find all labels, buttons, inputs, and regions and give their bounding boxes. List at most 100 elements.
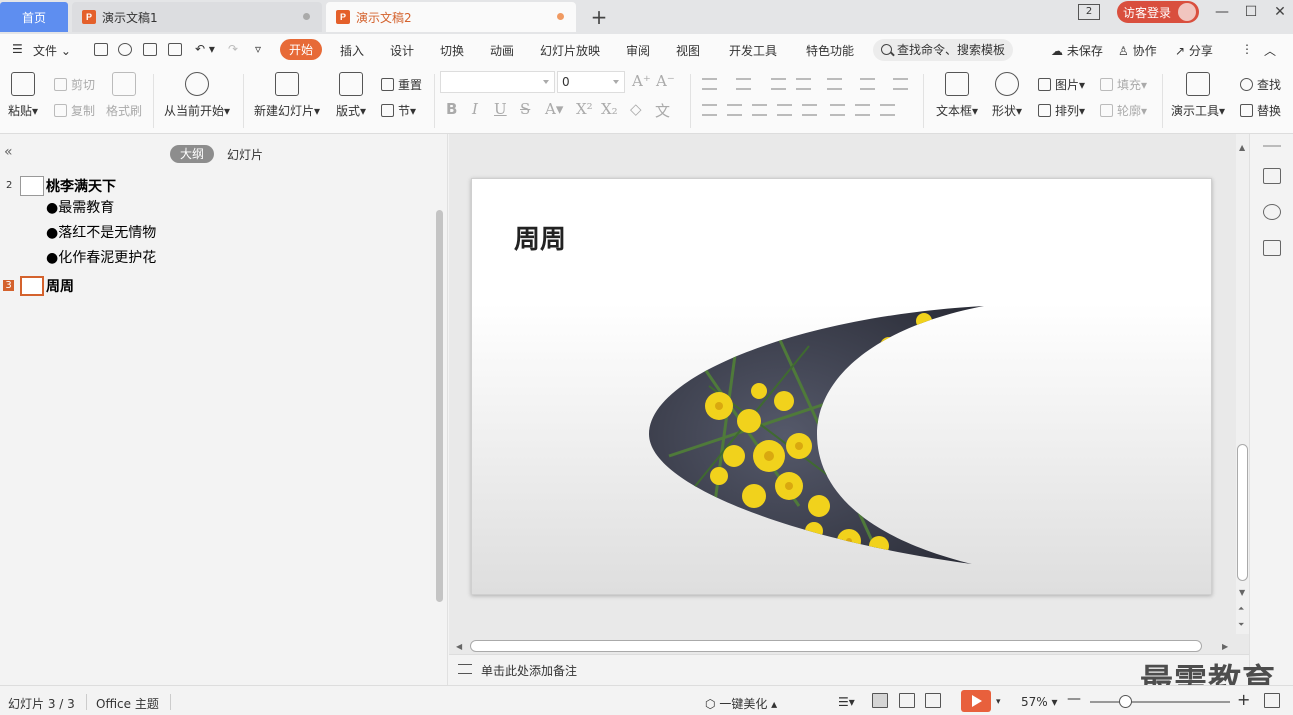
slideshow-play-button[interactable] [961,690,991,712]
text-direction-icon[interactable] [860,78,875,90]
close-icon[interactable]: ✕ [1272,4,1288,20]
text-wrap-icon[interactable] [880,104,895,116]
slide-title[interactable]: 周周 [514,219,566,256]
column-icon[interactable] [855,104,870,116]
layout-button[interactable]: 版式▾ [336,72,366,119]
home-tab[interactable]: 首页 [0,2,68,32]
unsaved-button[interactable]: ☁ 未保存 [1051,42,1103,59]
decrease-font-icon[interactable]: A⁻ [656,72,675,90]
scroll-down-icon[interactable]: ▼ [1239,588,1245,597]
customize-dropdown-icon[interactable]: ▿ [255,42,261,56]
redo-icon[interactable]: ↷ [228,42,238,56]
normal-view-icon[interactable] [872,693,888,708]
outline-view-tab[interactable]: 大纲 [170,145,214,163]
next-slide-icon[interactable]: ⏷ [1238,620,1244,630]
reading-view-icon[interactable] [925,693,941,708]
font-size-select[interactable]: 0 [557,71,625,93]
arrange-button[interactable]: 排列 ▾ [1038,102,1085,119]
distribute-icon[interactable] [802,104,817,116]
save-icon[interactable] [94,43,108,56]
zoom-slider-track[interactable] [1090,701,1230,703]
paragraph-spacing-icon[interactable] [830,104,845,116]
tab-unsaved-dot-icon[interactable] [557,13,564,20]
increase-font-icon[interactable]: A⁺ [632,72,651,90]
window-count-icon[interactable]: 2 [1078,4,1100,20]
phonetic-icon[interactable]: 文 [655,100,670,121]
fill-button[interactable]: 填充 ▾ [1100,76,1147,93]
cut-button[interactable]: 剪切 [54,76,95,93]
play-from-current-button[interactable]: 从当前开始▾ [164,72,230,119]
fit-window-icon[interactable] [1264,693,1280,708]
decrease-indent-icon[interactable] [771,78,786,90]
reset-button[interactable]: 重置 [381,76,422,93]
outline-button[interactable]: 轮廓 ▾ [1100,102,1147,119]
replace-button[interactable]: 替换 [1240,102,1281,119]
notes-placeholder[interactable]: 单击此处添加备注 [481,662,577,679]
menu-tab-view[interactable]: 视图 [676,42,700,59]
copy-button[interactable]: 复制 [54,102,95,119]
outline-scrollbar[interactable] [436,210,443,602]
outline-slide-title[interactable]: 周周 [46,276,74,296]
menu-tab-home[interactable]: 开始 [280,39,323,60]
command-search[interactable]: 查找命令、搜索模板 [873,39,1013,61]
line-spacing-icon[interactable] [827,78,842,90]
scroll-right-icon[interactable]: ▶ [1222,642,1228,651]
underline-icon[interactable]: U [494,100,507,118]
animation-star-icon[interactable] [1263,204,1281,220]
section-button[interactable]: 节 ▾ [381,102,416,119]
zoom-level[interactable]: 57% ▾ [1021,695,1058,709]
outline-slide-title[interactable]: 桃李满天下 [46,176,116,196]
scroll-left-icon[interactable]: ◀ [456,642,462,651]
notes-pane[interactable]: 单击此处添加备注 [449,654,1249,685]
font-color-icon[interactable]: A▾ [545,100,563,118]
picture-button[interactable]: 图片 ▾ [1038,76,1085,93]
slide-thumbnail-2[interactable] [20,176,44,196]
numbered-list-icon[interactable] [736,78,751,90]
document-tab-1[interactable]: P 演示文稿1 [72,2,322,32]
text-align-icon[interactable] [893,78,908,90]
bold-icon[interactable]: B [446,100,457,118]
current-slide[interactable]: 周周 [471,178,1212,595]
font-name-select[interactable] [440,71,555,93]
shape-button[interactable]: 形状▾ [992,72,1022,119]
text-box-button[interactable]: 文本框▾ [936,72,978,119]
vertical-scrollbar-thumb[interactable] [1237,444,1248,581]
tab-close-icon[interactable] [303,13,310,20]
menu-tab-review[interactable]: 审阅 [626,42,650,59]
strikethrough-icon[interactable]: S [520,100,530,118]
export-icon[interactable] [118,43,132,56]
format-painter-button[interactable]: 格式刷 [106,72,142,119]
menu-tab-features[interactable]: 特色功能 [806,42,854,59]
horizontal-scrollbar[interactable] [470,640,1202,652]
file-menu[interactable]: 文件 ⌄ [33,42,71,59]
menu-tab-design[interactable]: 设计 [390,42,414,59]
slide-thumbnail-3[interactable] [20,276,44,296]
zoom-slider-knob[interactable] [1119,695,1132,708]
print-preview-icon[interactable] [168,43,182,56]
maximize-icon[interactable]: ☐ [1243,4,1259,20]
minimize-icon[interactable]: — [1214,4,1230,20]
outline-bullet[interactable]: ●落红不是无情物 [46,222,156,242]
collapse-ribbon-icon[interactable]: ︿ [1264,42,1276,59]
subscript-icon[interactable]: X₂ [601,100,618,118]
paste-button[interactable]: 粘贴▾ [8,72,38,119]
menu-tab-transition[interactable]: 切换 [440,42,464,59]
justify-icon[interactable] [777,104,792,116]
slides-view-tab[interactable]: 幻灯片 [227,146,263,163]
find-button[interactable]: 查找 [1240,76,1281,93]
superscript-icon[interactable]: X² [576,100,593,118]
align-right-icon[interactable] [752,104,767,116]
beautify-button[interactable]: ⬡ 一键美化 ▴ [705,695,777,712]
add-tab-button[interactable]: + [588,5,610,29]
scroll-up-icon[interactable]: ▲ [1239,143,1245,152]
align-center-icon[interactable] [727,104,742,116]
align-left-icon[interactable] [702,104,717,116]
more-icon[interactable]: ⋮ [1241,42,1253,56]
collapse-panel-icon[interactable]: « [4,144,13,160]
play-options-icon[interactable]: ▾ [996,697,1001,707]
share-button[interactable]: ↗ 分享 [1175,42,1213,59]
bullet-list-icon[interactable] [702,78,717,90]
menu-tab-slideshow[interactable]: 幻灯片放映 [540,42,600,59]
document-tab-2[interactable]: P 演示文稿2 [326,2,576,32]
guest-login-button[interactable]: 访客登录 [1117,1,1199,23]
